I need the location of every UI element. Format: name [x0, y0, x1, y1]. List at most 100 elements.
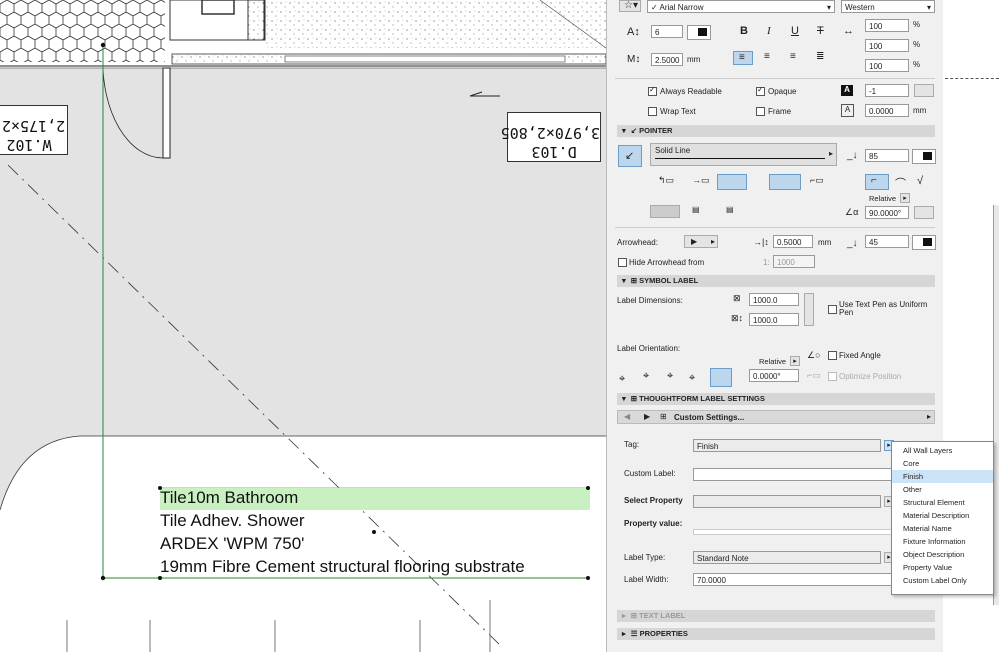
note-line-2[interactable]: Tile Adhev. Shower	[160, 510, 305, 532]
orientation-angle-input[interactable]: 0.0000°	[749, 369, 799, 382]
arrow-size-unit: mm	[818, 238, 832, 247]
custom-settings-bar[interactable]: ◀ ▶ ⊞ Custom Settings... ▸	[617, 410, 935, 424]
custom-label-input[interactable]	[693, 468, 894, 481]
pointer-attach-1[interactable]	[650, 205, 680, 218]
chain-link-icon[interactable]	[804, 293, 814, 326]
always-readable-checkbox[interactable]: ✓	[648, 85, 657, 96]
angle-icon: ∠α	[845, 207, 859, 217]
tag-dropdown-menu[interactable]: All Wall Layers Core Finish Other Struct…	[891, 441, 994, 595]
orientation-pointer-icon[interactable]	[710, 368, 732, 387]
tag-select[interactable]: Finish	[693, 439, 881, 452]
hide-arrowhead-checkbox[interactable]	[618, 258, 627, 267]
dropdown-item-finish[interactable]: Finish	[892, 470, 993, 483]
thoughtform-icon: ⊞	[630, 394, 640, 403]
fixed-angle-icon: ∠○	[807, 350, 821, 360]
align-left-button[interactable]: ≡	[733, 51, 753, 65]
note-line-3[interactable]: ARDEX 'WPM 750'	[160, 533, 304, 555]
pointer-style-4[interactable]	[769, 174, 801, 190]
justify-button[interactable]: ≣	[811, 51, 831, 65]
pointer-attach-2[interactable]: ▤	[689, 205, 709, 219]
pointer-shape-straight[interactable]: ⌐	[865, 174, 889, 190]
next-arrow-icon[interactable]: ▶	[644, 412, 650, 421]
arrow-pen-button[interactable]	[912, 235, 936, 250]
dropdown-item-property-value[interactable]: Property Value	[892, 561, 993, 574]
drawing-canvas[interactable]: W.102 2,175×2, D.103 3,970×2,805 Tile10m…	[0, 0, 606, 652]
thoughtform-section-header[interactable]: ▾ ⊞ THOUGHTFORM LABEL SETTINGS	[617, 393, 935, 405]
pointer-shape-curved[interactable]: ⌒	[895, 175, 906, 191]
orientation-angle-icon[interactable]: ⌖	[643, 370, 649, 383]
strikethrough-button[interactable]: T	[817, 25, 824, 37]
optimize-position-checkbox[interactable]	[828, 372, 837, 381]
dropdown-item-fixture-information[interactable]: Fixture Information	[892, 535, 993, 548]
chevron-right-icon: ▸	[828, 149, 833, 158]
properties-section-header[interactable]: ▸ ☰ PROPERTIES	[617, 628, 935, 640]
relative-orient-button[interactable]: ▸	[790, 356, 800, 366]
italic-button[interactable]: I	[767, 25, 771, 37]
text-label-section-header[interactable]: ▸ ⊞ TEXT LABEL	[617, 610, 935, 622]
pointer-type-button[interactable]: ↙	[618, 145, 642, 167]
settings-icon: ⊞	[660, 412, 667, 421]
text-size-input[interactable]: 6	[651, 25, 683, 38]
select-property-label: Select Property	[624, 496, 683, 505]
dropdown-item-custom-label-only[interactable]: Custom Label Only	[892, 574, 993, 587]
text-pen-button[interactable]	[687, 25, 711, 40]
label-height-input[interactable]: 1000.0	[749, 293, 799, 306]
width-factor-input[interactable]: 100	[865, 19, 909, 32]
pointer-style-1[interactable]: ↰▭	[655, 175, 675, 189]
pointer-style-2[interactable]: →▭	[689, 175, 710, 189]
underline-button[interactable]: U	[791, 25, 799, 37]
slant-input[interactable]: 100	[865, 59, 909, 72]
pointer-style-5[interactable]: ⌐▭	[807, 175, 827, 189]
orientation-horizontal-icon[interactable]: ⌖	[619, 373, 625, 386]
pointer-attach-3[interactable]: ▤	[723, 205, 743, 219]
arrow-pen-input[interactable]: 45	[865, 235, 909, 248]
use-text-pen-checkbox[interactable]	[828, 305, 837, 314]
width-icon: ⊠↕	[731, 313, 744, 323]
dropdown-item-material-description[interactable]: Material Description	[892, 509, 993, 522]
dropdown-item-other[interactable]: Other	[892, 483, 993, 496]
arrowhead-select[interactable]: ▶ ▸	[684, 235, 718, 248]
fixed-angle-checkbox[interactable]	[828, 351, 837, 360]
dropdown-item-core[interactable]: Core	[892, 457, 993, 470]
char-spacing-input[interactable]: 100	[865, 39, 909, 52]
pointer-style-3[interactable]	[717, 174, 747, 190]
line-type-select[interactable]: Solid Line ▸	[650, 143, 837, 166]
wrap-text-checkbox[interactable]	[648, 107, 657, 116]
arrow-size-input[interactable]: 0.5000	[773, 235, 813, 248]
dropdown-item-all-wall-layers[interactable]: All Wall Layers	[892, 444, 993, 457]
frame-checkbox[interactable]	[756, 107, 765, 116]
label-type-select[interactable]: Standard Note	[693, 551, 881, 564]
pointer-section-header[interactable]: ▾ ↙ POINTER	[617, 125, 935, 137]
note-line-1[interactable]: Tile10m Bathroom	[160, 487, 298, 509]
opaque-checkbox[interactable]: ✓	[756, 85, 765, 96]
font-select[interactable]: ✓ Arial Narrow ▾	[647, 0, 835, 13]
scale-input[interactable]: 1000	[773, 255, 815, 268]
pen-picker-button[interactable]	[914, 84, 934, 97]
offset-input[interactable]: 0.0000	[865, 104, 909, 117]
prev-arrow-icon[interactable]: ◀	[624, 412, 630, 421]
spacing-input[interactable]: 2.5000	[651, 53, 683, 66]
pointer-shape-spline[interactable]: √	[917, 175, 923, 187]
angle-input[interactable]: 90.0000°	[865, 206, 909, 219]
note-line-4[interactable]: 19mm Fibre Cement structural flooring su…	[160, 556, 525, 578]
relative-label: Relative	[869, 194, 897, 203]
pointer-pen-input[interactable]: 85	[865, 149, 909, 162]
pointer-pen-button[interactable]	[912, 149, 936, 164]
script-select[interactable]: Western ▾	[841, 0, 935, 13]
label-width-dim-input[interactable]: 1000.0	[749, 313, 799, 326]
orientation-custom-icon[interactable]: ⌖	[689, 372, 695, 385]
align-right-button[interactable]: ≡	[785, 51, 805, 65]
bold-button[interactable]: B	[740, 25, 748, 37]
label-width-input[interactable]: 70.0000	[693, 573, 894, 586]
align-center-button[interactable]: ≡	[759, 51, 779, 65]
orientation-readable-icon[interactable]: ⌖	[667, 370, 673, 383]
symbol-label-section-header[interactable]: ▾ ⊞ SYMBOL LABEL	[617, 275, 935, 287]
dropdown-item-structural-element[interactable]: Structural Element	[892, 496, 993, 509]
select-property-select[interactable]	[693, 495, 881, 508]
favorites-button[interactable]: ☆▾	[619, 0, 641, 12]
background-pen-input[interactable]: -1	[865, 84, 909, 97]
relative-button[interactable]: ▸	[900, 193, 910, 203]
dropdown-item-object-description[interactable]: Object Description	[892, 548, 993, 561]
dropdown-item-material-name[interactable]: Material Name	[892, 522, 993, 535]
angle-reset-button[interactable]	[914, 206, 934, 219]
